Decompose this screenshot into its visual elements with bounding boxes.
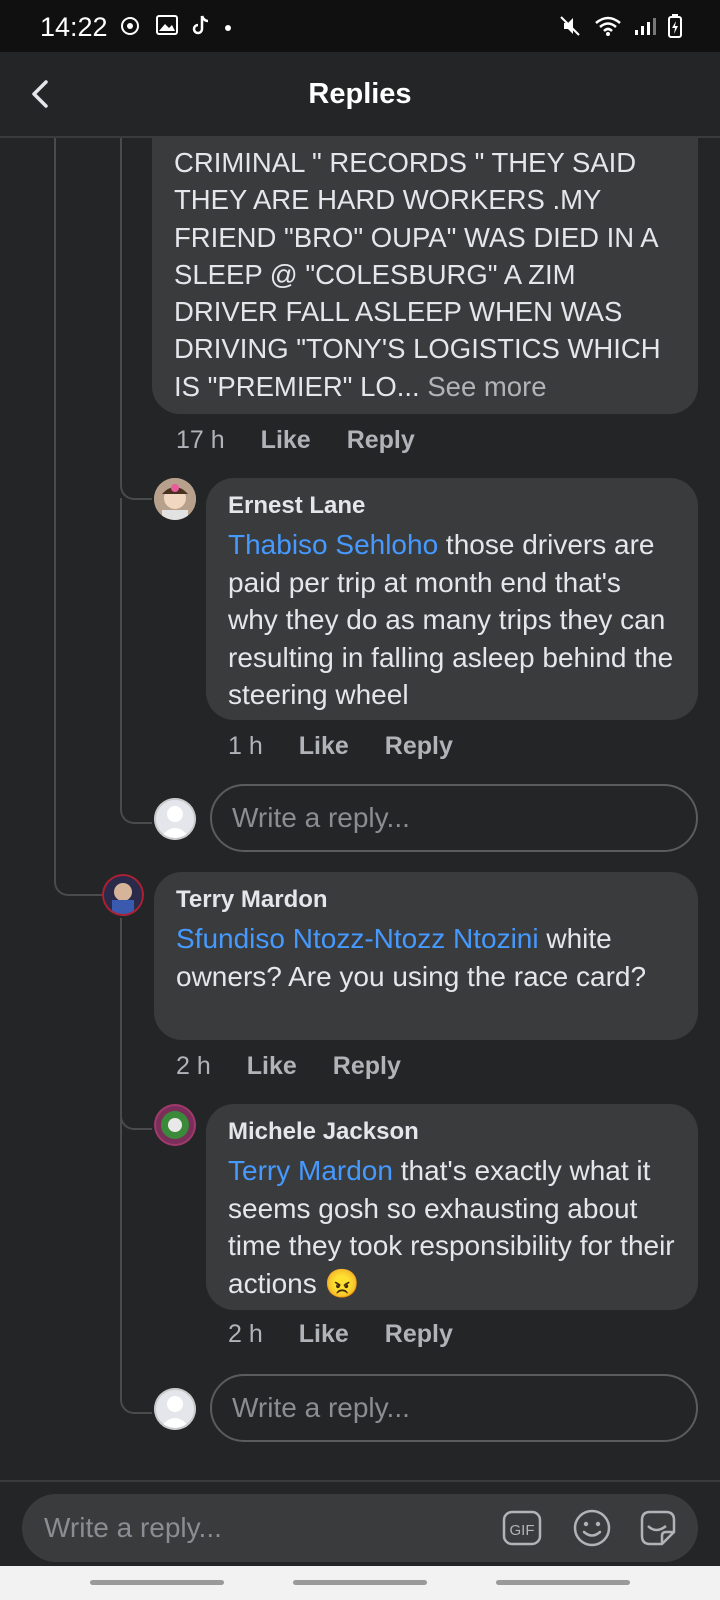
comment-meta: 17 h Like Reply (176, 426, 415, 455)
comment-time: 17 h (176, 426, 225, 454)
reply-input[interactable]: Write a reply... (210, 1374, 698, 1442)
thread-connector (54, 850, 106, 896)
thread-line (120, 498, 122, 788)
sticker-button[interactable] (636, 1506, 680, 1550)
wifi-icon (594, 15, 622, 42)
avatar[interactable] (154, 1104, 196, 1146)
like-button[interactable]: Like (299, 1320, 349, 1349)
nav-home[interactable] (293, 1580, 427, 1585)
avatar[interactable] (102, 874, 144, 916)
gif-button[interactable]: GIF (502, 1508, 542, 1548)
sticker-icon (640, 1510, 676, 1546)
comment-author[interactable]: Ernest Lane (228, 492, 676, 520)
comment-meta: 2 h Like Reply (176, 1052, 401, 1081)
thread-connector (120, 778, 152, 824)
mention-link[interactable]: Sfundiso Ntozz-Ntozz Ntozini (176, 923, 539, 954)
emoji-button[interactable] (572, 1508, 612, 1548)
composer-input[interactable]: Write a reply... GIF (22, 1494, 698, 1562)
comment-author[interactable]: Terry Mardon (176, 886, 676, 914)
reply-button[interactable]: Reply (347, 426, 415, 455)
reply-input[interactable]: Write a reply... (210, 784, 698, 852)
person-icon (154, 798, 196, 840)
comment-bubble[interactable]: Michele Jackson Terry Mardon that's exac… (206, 1104, 698, 1310)
status-time: 14:22 (40, 12, 108, 42)
comment-bubble[interactable]: CRIMINAL " RECORDS " THEY SAID THEY ARE … (152, 138, 698, 414)
comment-time: 1 h (228, 732, 263, 760)
reply-thread[interactable]: CRIMINAL " RECORDS " THEY SAID THEY ARE … (0, 138, 720, 1480)
thread-line (54, 138, 56, 868)
comment-author[interactable]: Michele Jackson (228, 1118, 676, 1146)
thread-connector (120, 1098, 152, 1130)
nav-recents[interactable] (90, 1580, 224, 1585)
dot-icon (224, 19, 232, 37)
gif-icon: GIF (502, 1510, 542, 1546)
mention-link[interactable]: Terry Mardon (228, 1155, 393, 1186)
comment-text: CRIMINAL " RECORDS " THEY SAID THEY ARE … (174, 147, 661, 402)
thread-line (120, 918, 122, 1388)
comment-meta: 1 h Like Reply (228, 732, 453, 761)
avatar[interactable] (154, 478, 196, 520)
thread-connector (120, 468, 152, 500)
notification-icon (118, 14, 142, 41)
like-button[interactable]: Like (299, 732, 349, 761)
angry-emoji: 😠 (324, 1267, 360, 1299)
battery-icon (668, 14, 682, 43)
thread-line (120, 138, 122, 478)
comment-meta: 2 h Like Reply (228, 1320, 453, 1349)
comment-time: 2 h (176, 1052, 211, 1080)
reply-button[interactable]: Reply (385, 732, 453, 761)
composer-bar: Write a reply... GIF (0, 1480, 720, 1568)
nav-back[interactable] (496, 1580, 630, 1585)
comment-bubble[interactable]: Ernest Lane Thabiso Sehloho those driver… (206, 478, 698, 720)
mute-icon (558, 14, 582, 43)
thread-connector (120, 1368, 152, 1414)
default-avatar (154, 798, 196, 840)
comment-text: Sfundiso Ntozz-Ntozz Ntozini white owner… (176, 923, 647, 992)
tiktok-icon (192, 14, 210, 41)
comment-bubble[interactable]: Terry Mardon Sfundiso Ntozz-Ntozz Ntozin… (154, 872, 698, 1040)
mention-link[interactable]: Thabiso Sehloho (228, 529, 438, 560)
gallery-icon (156, 15, 178, 40)
system-nav-bar (0, 1566, 720, 1600)
person-icon (154, 1388, 196, 1430)
comment-text: Thabiso Sehloho those drivers are paid p… (228, 529, 674, 710)
smiley-icon (573, 1509, 611, 1547)
header: Replies (0, 52, 720, 138)
signal-icon (634, 16, 656, 41)
reply-button[interactable]: Reply (385, 1320, 453, 1349)
comment-time: 2 h (228, 1320, 263, 1348)
reply-button[interactable]: Reply (333, 1052, 401, 1081)
like-button[interactable]: Like (261, 426, 311, 455)
svg-text:GIF: GIF (510, 1522, 535, 1539)
default-avatar (154, 1388, 196, 1430)
see-more-link[interactable]: See more (427, 371, 546, 402)
comment-text: Terry Mardon that's exactly what it seem… (228, 1155, 675, 1299)
like-button[interactable]: Like (247, 1052, 297, 1081)
page-title: Replies (308, 78, 412, 110)
status-bar: 14:22 (0, 0, 720, 52)
